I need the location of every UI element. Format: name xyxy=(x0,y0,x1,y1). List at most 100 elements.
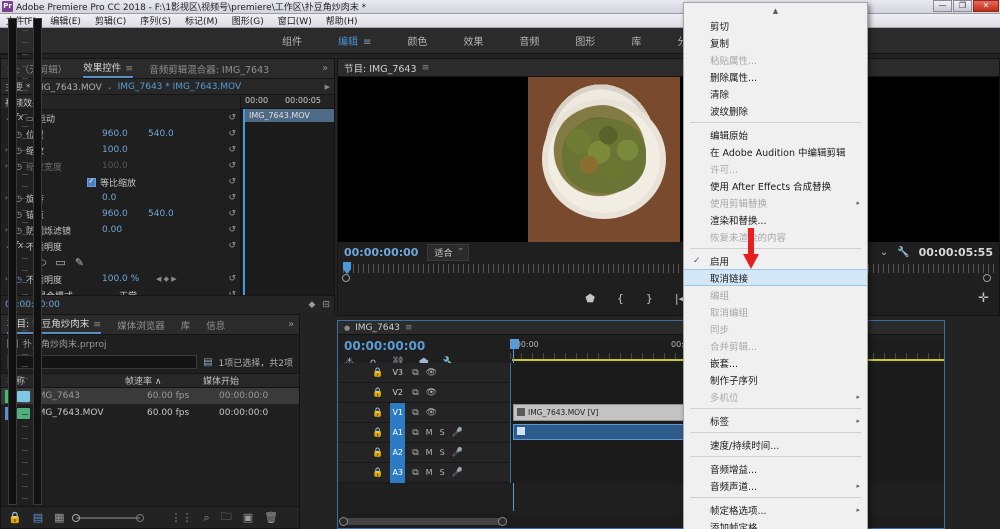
tab-audio-clip-mixer[interactable]: 音频剪辑混合器: IMG_7643 xyxy=(149,62,269,76)
menu-item-add-frame-hold[interactable]: 添加帧定格 xyxy=(684,518,867,529)
pen-mask-icon[interactable]: ✎ xyxy=(75,256,84,269)
delete-icon[interactable]: 🗑 xyxy=(264,511,278,524)
menu-item-audio-channels[interactable]: 音频声道...▸ xyxy=(684,477,867,494)
workspace-tab-color[interactable]: 颜色 xyxy=(407,33,427,48)
tab-effect-controls[interactable]: 效果控件≡ xyxy=(83,60,133,78)
panel-hamburger-icon[interactable]: ≡ xyxy=(405,323,413,333)
workspace-tab-graphics[interactable]: 图形 xyxy=(575,33,595,48)
track-label[interactable]: V2 xyxy=(390,388,405,397)
program-timecode[interactable]: 00:00:00:00 xyxy=(344,246,418,259)
mark-in-icon[interactable]: { xyxy=(617,292,624,305)
zoom-handle-right[interactable] xyxy=(983,274,991,282)
lock-icon[interactable]: 🔒 xyxy=(372,388,383,398)
effect-timeline-ruler[interactable]: 00:00 00:00:05 xyxy=(241,95,334,109)
tab-media-browser[interactable]: 媒体浏览器 xyxy=(117,318,165,332)
reset-icon[interactable]: ↺ xyxy=(228,193,236,203)
menu-graphics[interactable]: 图形(G) xyxy=(232,14,273,27)
slider-thumb[interactable] xyxy=(72,514,80,522)
track-label[interactable]: V1 xyxy=(390,403,405,423)
keyframe-icon[interactable]: ◆ xyxy=(309,300,316,310)
mute-button[interactable]: M xyxy=(426,468,433,477)
menu-item-speed-duration[interactable]: 速度/持续时间... xyxy=(684,436,867,453)
mute-button[interactable]: M xyxy=(426,448,433,457)
menu-window[interactable]: 窗口(W) xyxy=(278,14,321,27)
reset-icon[interactable]: ↺ xyxy=(228,177,236,187)
scrollbar-handle-left[interactable] xyxy=(339,517,348,526)
lock-icon[interactable]: 🔒 xyxy=(372,408,383,418)
new-bin-icon[interactable]: 🗀 xyxy=(221,508,232,527)
eye-icon[interactable]: 👁 xyxy=(426,388,437,398)
menu-sequence[interactable]: 序列(S) xyxy=(140,14,180,27)
keyframe-nav-icons[interactable]: ◀ ◆ ▶ xyxy=(156,275,177,283)
lock-icon[interactable]: 🔒 xyxy=(8,511,22,524)
property-value-y[interactable]: 540.0 xyxy=(148,129,188,139)
property-value-x[interactable]: 960.0 xyxy=(102,209,142,219)
program-monitor-stage[interactable] xyxy=(338,77,999,242)
track-label[interactable]: V3 xyxy=(390,368,405,377)
solo-button[interactable]: S xyxy=(440,448,445,457)
menu-clip[interactable]: 剪辑(C) xyxy=(95,14,135,27)
microphone-icon[interactable]: 🎤 xyxy=(452,448,463,458)
maximize-button[interactable]: ❐ xyxy=(953,0,972,12)
microphone-icon[interactable]: 🎤 xyxy=(452,468,463,478)
table-row[interactable]: IMG_7643 60.00 fps 00:00:00:0 xyxy=(1,388,299,405)
reset-icon[interactable]: ↺ xyxy=(228,225,236,235)
workspace-hamburger-icon[interactable]: ≡ xyxy=(363,37,371,48)
menu-item-cut[interactable]: 剪切 xyxy=(684,17,867,34)
zoom-handle-left[interactable] xyxy=(342,274,350,282)
sync-lock-icon[interactable]: ⧉ xyxy=(412,448,418,458)
lock-icon[interactable]: 🔒 xyxy=(372,428,383,438)
close-button[interactable]: ✕ xyxy=(973,0,999,12)
zoom-slider[interactable] xyxy=(76,517,140,519)
zoom-out-icon[interactable]: ⊟ xyxy=(322,300,330,310)
scrollbar-handle-right[interactable] xyxy=(498,517,507,526)
reset-icon[interactable]: ↺ xyxy=(228,129,236,139)
button-editor-icon[interactable]: ✛ xyxy=(978,291,989,306)
effect-controls-timeline[interactable]: 00:00 00:00:05 IMG_7643.MOV xyxy=(241,95,334,295)
panel-hamburger-icon[interactable]: ≡ xyxy=(93,319,101,330)
property-value-y[interactable]: 540.0 xyxy=(148,209,188,219)
wrench-icon[interactable]: 🔧 xyxy=(897,247,909,258)
icon-view-icon[interactable]: ▦ xyxy=(54,511,64,524)
panel-hamburger-icon[interactable]: ≡ xyxy=(125,63,133,74)
reset-icon[interactable]: ↺ xyxy=(228,209,236,219)
header-arrow-icon[interactable]: ▶ xyxy=(325,83,330,91)
zoom-level-dropdown[interactable]: 适合 xyxy=(427,244,469,261)
chevron-down-icon[interactable]: ⌄ xyxy=(880,247,888,258)
scrollbar-thumb[interactable] xyxy=(343,518,503,525)
find-icon[interactable]: ⌕ xyxy=(204,511,210,525)
eye-icon[interactable]: 👁 xyxy=(426,408,437,418)
chevron-down-icon[interactable]: ⌄ xyxy=(107,83,113,91)
menu-item-nest[interactable]: 嵌套... xyxy=(684,354,867,371)
playhead[interactable] xyxy=(243,109,245,295)
menu-item-enable[interactable]: ✓启用 xyxy=(684,252,867,269)
sync-lock-icon[interactable]: ⧉ xyxy=(412,368,418,378)
solo-button[interactable]: S xyxy=(440,428,445,437)
tab-info[interactable]: 信息 xyxy=(206,318,225,332)
rect-mask-icon[interactable]: ▭ xyxy=(55,256,65,269)
menu-marker[interactable]: 标记(M) xyxy=(185,14,227,27)
tab-program-monitor[interactable]: 节目: IMG_7643 xyxy=(344,61,417,75)
menu-item-frame-hold-options[interactable]: 帧定格选项...▸ xyxy=(684,501,867,518)
timeline-playhead[interactable] xyxy=(510,339,519,349)
workspace-tab-effects[interactable]: 效果 xyxy=(463,33,483,48)
menu-item-clear[interactable]: 清除 xyxy=(684,85,867,102)
chevron-down-icon[interactable]: ⌄ xyxy=(167,291,174,296)
mute-button[interactable]: M xyxy=(426,428,433,437)
scroll-up-icon[interactable]: ▲ xyxy=(684,6,867,17)
reset-icon[interactable]: ↺ xyxy=(228,274,236,284)
program-scrub-track[interactable] xyxy=(343,264,994,273)
add-marker-icon[interactable]: ⬟ xyxy=(585,292,595,305)
reset-icon[interactable]: ↺ xyxy=(228,241,236,251)
workspace-tab-audio[interactable]: 音频 xyxy=(519,33,539,48)
menu-item-remove-attributes[interactable]: 删除属性... xyxy=(684,68,867,85)
menu-item-copy[interactable]: 复制 xyxy=(684,34,867,51)
menu-item-ripple-delete[interactable]: 波纹删除 xyxy=(684,102,867,119)
property-value[interactable]: 100.0 xyxy=(102,145,142,155)
lock-icon[interactable]: 🔒 xyxy=(372,468,383,478)
minimize-button[interactable]: — xyxy=(933,0,952,12)
property-value[interactable]: 0.00 xyxy=(102,225,142,235)
column-media-start[interactable]: 媒体开始 xyxy=(197,374,239,387)
tab-libraries[interactable]: 库 xyxy=(181,318,191,332)
menu-item-make-subsequence[interactable]: 制作子序列 xyxy=(684,371,867,388)
